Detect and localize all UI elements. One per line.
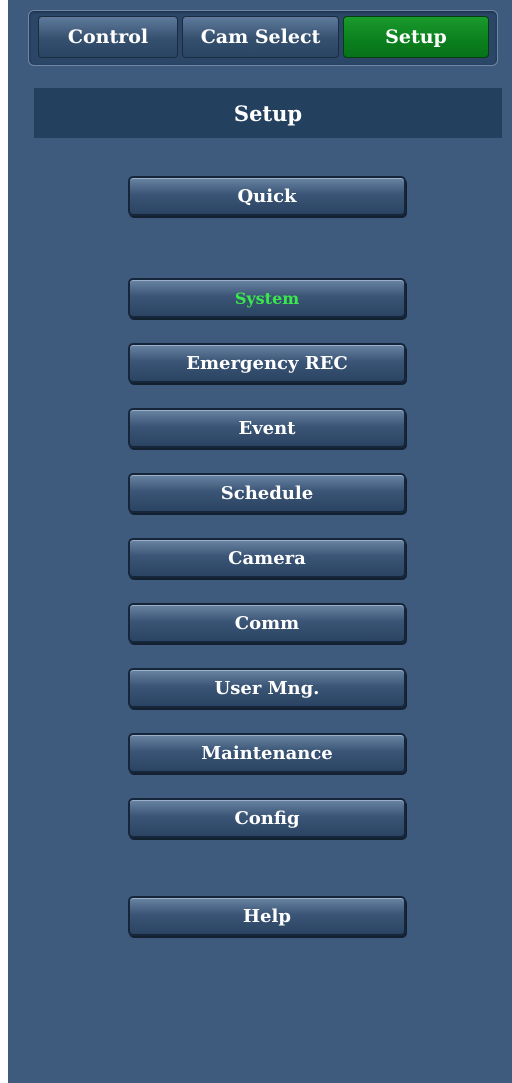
tab-cam-select[interactable]: Cam Select xyxy=(182,16,339,58)
system-button[interactable]: System xyxy=(128,278,406,318)
comm-button[interactable]: Comm xyxy=(128,603,406,643)
help-button[interactable]: Help xyxy=(128,896,406,936)
top-tab-bar: Control Cam Select Setup xyxy=(28,10,498,66)
setup-panel: Control Cam Select Setup Setup Quick Sys… xyxy=(8,0,512,1083)
tab-control[interactable]: Control xyxy=(38,16,178,58)
emergency-rec-button[interactable]: Emergency REC xyxy=(128,343,406,383)
camera-button[interactable]: Camera xyxy=(128,538,406,578)
event-button[interactable]: Event xyxy=(128,408,406,448)
page-title: Setup xyxy=(34,88,502,138)
maintenance-button[interactable]: Maintenance xyxy=(128,733,406,773)
user-mng-button[interactable]: User Mng. xyxy=(128,668,406,708)
config-button[interactable]: Config xyxy=(128,798,406,838)
schedule-button[interactable]: Schedule xyxy=(128,473,406,513)
quick-button[interactable]: Quick xyxy=(128,176,406,216)
tab-setup[interactable]: Setup xyxy=(343,16,489,58)
